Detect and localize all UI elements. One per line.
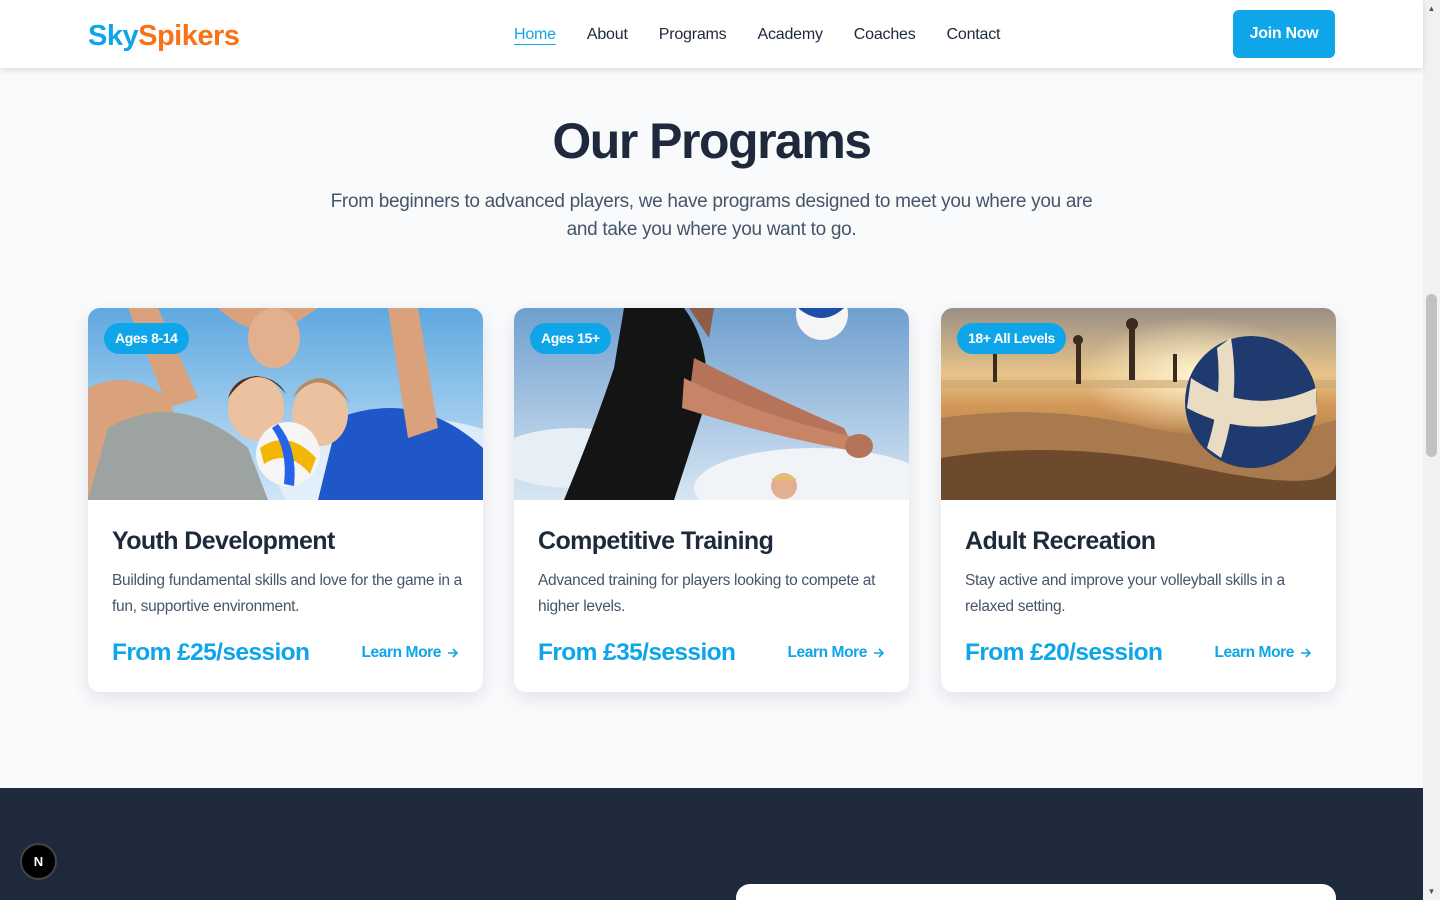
arrow-right-icon — [874, 648, 885, 658]
program-card-youth: Ages 8-14 Youth Development Building fun… — [88, 308, 483, 692]
program-description: Stay active and improve your volleyball … — [965, 572, 1285, 615]
program-title: Youth Development — [112, 527, 335, 555]
main-nav: Home About Programs Academy Coaches Cont… — [514, 22, 1031, 48]
program-card-adult: 18+ All Levels Adult Recreation Stay act… — [941, 308, 1336, 692]
arrow-right-icon — [448, 648, 459, 658]
scrollbar[interactable]: ▲ ▼ — [1423, 0, 1440, 900]
scroll-up-arrow-icon[interactable]: ▲ — [1423, 0, 1440, 17]
program-image-youth: Ages 8-14 — [88, 308, 483, 500]
logo-spikers: Spikers — [138, 20, 240, 52]
logo[interactable]: SkySpikers — [88, 16, 240, 56]
nav-contact[interactable]: Contact — [947, 22, 1001, 48]
program-price: From £20/session — [965, 639, 1163, 666]
program-price: From £25/session — [112, 639, 310, 666]
program-description: Advanced training for players looking to… — [538, 572, 876, 615]
program-description: Building fundamental skills and love for… — [112, 572, 462, 615]
program-title: Competitive Training — [538, 527, 774, 555]
scroll-thumb[interactable] — [1426, 294, 1437, 457]
next-section-card — [736, 884, 1336, 900]
learn-more-label: Learn More — [787, 644, 867, 661]
nav-academy[interactable]: Academy — [757, 22, 822, 48]
program-title: Adult Recreation — [965, 527, 1156, 555]
program-card-competitive: Ages 15+ Competitive Training Advanced t… — [514, 308, 909, 692]
nav-home[interactable]: Home — [514, 22, 556, 48]
arrow-right-icon — [1301, 648, 1312, 658]
program-image-competitive: Ages 15+ — [514, 308, 909, 500]
page: SkySpikers Home About Programs Academy C… — [0, 0, 1423, 900]
program-image-adult: 18+ All Levels — [941, 308, 1336, 500]
learn-more-label: Learn More — [1214, 644, 1294, 661]
learn-more-label: Learn More — [361, 644, 441, 661]
join-now-button[interactable]: Join Now — [1233, 10, 1335, 58]
section-title: Our Programs — [552, 113, 872, 169]
age-badge: Ages 8-14 — [104, 323, 189, 354]
learn-more-link[interactable]: Learn More — [361, 642, 459, 664]
learn-more-link[interactable]: Learn More — [787, 642, 885, 664]
nav-programs[interactable]: Programs — [659, 22, 727, 48]
program-price: From £35/session — [538, 639, 736, 666]
logo-sky: Sky — [88, 20, 139, 52]
age-badge: Ages 15+ — [530, 323, 611, 354]
site-header: SkySpikers Home About Programs Academy C… — [0, 0, 1423, 68]
floating-n-badge[interactable]: N — [20, 843, 57, 880]
nav-about[interactable]: About — [587, 22, 628, 48]
section-subtitle: From beginners to advanced players, we h… — [330, 191, 1093, 240]
scroll-down-arrow-icon[interactable]: ▼ — [1423, 883, 1440, 900]
learn-more-link[interactable]: Learn More — [1214, 642, 1312, 664]
nav-coaches[interactable]: Coaches — [854, 22, 916, 48]
age-badge: 18+ All Levels — [957, 323, 1066, 354]
